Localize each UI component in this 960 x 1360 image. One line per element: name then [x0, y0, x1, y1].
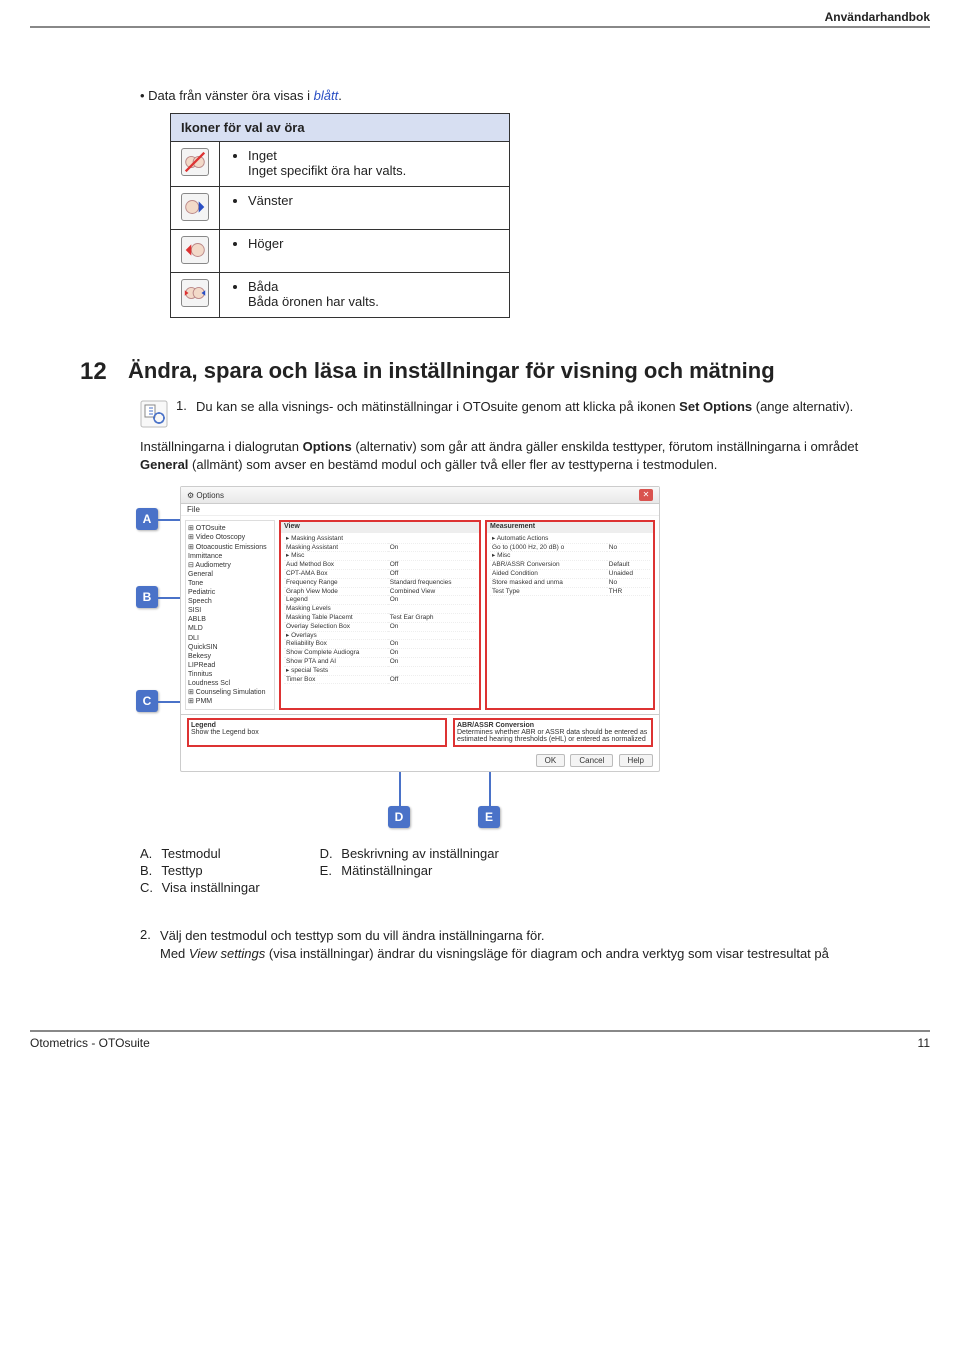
footer-page: 11	[918, 1036, 930, 1050]
callout-c: C	[136, 690, 158, 712]
view-panel[interactable]: View ▸ Masking Assistant Masking Assista…	[279, 520, 481, 710]
footer-left: Otometrics - OTOsuite	[30, 1036, 150, 1050]
step-1-text: Du kan se alla visnings- och mätinställn…	[196, 398, 880, 416]
ear-row-title: Vänster	[248, 193, 293, 208]
callout-b: B	[136, 586, 158, 608]
ear-row-desc: Båda öronen har valts.	[248, 294, 379, 309]
ear-right-icon	[181, 236, 209, 264]
ear-row-title: Inget	[248, 148, 277, 163]
section-number: 12	[80, 358, 128, 386]
section-title: Ändra, spara och läsa in inställningar f…	[128, 358, 775, 384]
ear-row-title: Båda	[248, 279, 278, 294]
ear-row-desc: Inget specifikt öra har valts.	[248, 163, 406, 178]
ear-row-title: Höger	[248, 236, 283, 251]
step-number: 2.	[140, 927, 160, 942]
callout-d: D	[388, 806, 410, 828]
options-tree[interactable]: ⊞ OTOsuite⊞ Video Otoscopy⊞ Otoacoustic …	[185, 520, 275, 710]
options-dialog-screenshot: A B C D E ⚙ Options ✕ File ⊞ OTOsuite⊞ V…	[140, 486, 660, 832]
step-number: 1.	[176, 398, 196, 413]
step-1-block: 1. Du kan se alla visnings- och mätinstä…	[140, 398, 880, 428]
intro-suffix: .	[338, 88, 342, 103]
section-heading: 12 Ändra, spara och läsa in inställninga…	[80, 358, 880, 386]
measurement-panel[interactable]: Measurement ▸ Automatic Actions Go to (1…	[485, 520, 655, 710]
ear-icon-table: Ikoner för val av öra IngetInget specifi…	[170, 113, 510, 318]
header-rule	[30, 26, 930, 28]
table-row: Höger	[171, 230, 510, 273]
intro-blue: blått	[314, 88, 339, 103]
ear-table-header: Ikoner för val av öra	[171, 114, 510, 142]
dialog-title: ⚙ Options	[187, 491, 224, 500]
meas-panel-head: Measurement	[487, 522, 653, 532]
paragraph-options-info: Inställningarna i dialogrutan Options (a…	[140, 438, 880, 474]
ok-button[interactable]: OK	[536, 754, 566, 767]
legend-left-box: Legend Show the Legend box	[187, 718, 447, 747]
intro-prefix: Data från vänster öra visas i	[148, 88, 313, 103]
table-row: Vänster	[171, 187, 510, 230]
view-panel-head: View	[281, 522, 479, 532]
options-dialog: ⚙ Options ✕ File ⊞ OTOsuite⊞ Video Otosc…	[180, 486, 660, 772]
step-2-block: 2. Välj den testmodul och testtyp som du…	[140, 927, 880, 963]
legend-right-box: ABR/ASSR Conversion Determines whether A…	[453, 718, 653, 747]
header-doc-label: Användarhandbok	[0, 0, 960, 26]
set-options-icon	[140, 400, 168, 428]
callout-e: E	[478, 806, 500, 828]
cancel-button[interactable]: Cancel	[570, 754, 613, 767]
ear-left-icon	[181, 193, 209, 221]
close-icon[interactable]: ✕	[639, 489, 653, 501]
step-2-text: Välj den testmodul och testtyp som du vi…	[160, 927, 880, 963]
help-button[interactable]: Help	[619, 754, 653, 767]
ear-none-icon	[181, 148, 209, 176]
footer-rule	[30, 1030, 930, 1032]
table-row: BådaBåda öronen har valts.	[171, 273, 510, 318]
dialog-buttons: OK Cancel Help	[181, 750, 659, 771]
ear-both-icon	[181, 279, 209, 307]
table-row: IngetInget specifikt öra har valts.	[171, 142, 510, 187]
intro-line: • Data från vänster öra visas i blått.	[140, 88, 880, 103]
callout-a: A	[136, 508, 158, 530]
dialog-menubar[interactable]: File	[181, 504, 659, 516]
callout-legend: A. TestmodulB. TesttypC. Visa inställnin…	[140, 846, 880, 897]
